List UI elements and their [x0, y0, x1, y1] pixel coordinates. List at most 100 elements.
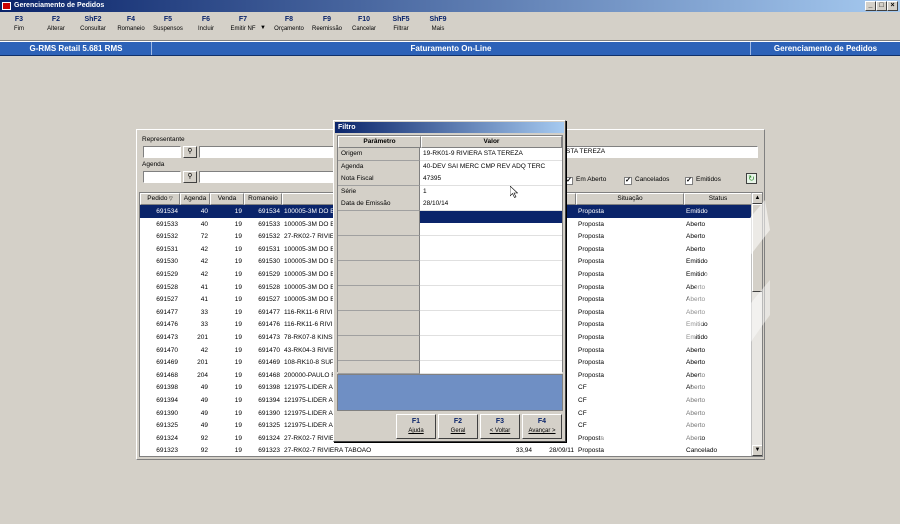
- cell-pedido: 691398: [156, 384, 178, 392]
- fkey-label: Reemissão: [311, 26, 342, 32]
- filter-row[interactable]: [338, 285, 562, 299]
- cell-situacao: Proposta: [578, 447, 605, 455]
- filter-emitidos-checkbox[interactable]: ✓ Emitidos: [685, 175, 721, 185]
- filter-value-field[interactable]: [420, 323, 562, 336]
- fkey-label: Alterar: [47, 26, 65, 32]
- filter-row[interactable]: Agenda 40-DEV SAI MERC CMP REV ADQ TERC: [338, 160, 562, 174]
- button-key: F1: [411, 418, 421, 425]
- filter-param-label: [338, 310, 420, 324]
- fkey-key: F8: [284, 16, 294, 23]
- cell-agenda: 33: [200, 321, 208, 329]
- fkey-fim-button[interactable]: F3 Fim: [0, 14, 38, 34]
- filter-row[interactable]: Data de Emissão 28/10/14: [338, 198, 562, 211]
- cell-agenda: 42: [200, 271, 208, 278]
- filter-row[interactable]: [338, 248, 562, 261]
- cell-status: Emitido: [686, 271, 708, 278]
- fkey-suspensos-button[interactable]: F5 Suspensos: [149, 14, 187, 34]
- filter-value-field[interactable]: [420, 210, 562, 224]
- fkey-orcamento-button[interactable]: F8 Orçamento: [270, 14, 308, 34]
- filter-value-field[interactable]: [420, 273, 562, 286]
- col-header-status[interactable]: Status: [684, 193, 752, 205]
- filter-value-field[interactable]: 28/10/14: [420, 198, 562, 211]
- refresh-icon[interactable]: ↻: [746, 173, 757, 184]
- avancar-button[interactable]: F4 Avançar >: [522, 414, 562, 439]
- ajuda-button[interactable]: F1 Ajuda: [396, 414, 436, 439]
- cell-situacao: Proposta: [578, 359, 605, 367]
- filter-row[interactable]: [338, 210, 562, 224]
- filter-param-label: Origem: [338, 148, 420, 161]
- filter-row[interactable]: [338, 223, 562, 236]
- col-header-situacao[interactable]: Situação: [576, 193, 684, 205]
- filter-row[interactable]: Nota Fiscal 47395: [338, 173, 562, 186]
- filter-value-field[interactable]: [420, 248, 562, 261]
- filter-row[interactable]: [338, 348, 562, 361]
- cell-pedido: 691468: [156, 371, 178, 379]
- binoculars-search-icon[interactable]: ⚲: [183, 146, 197, 158]
- col-header-pedido[interactable]: Pedido ▽: [140, 193, 180, 205]
- binoculars-search-icon[interactable]: ⚲: [183, 171, 197, 183]
- filter-row[interactable]: Origem 19-RK01-9 RIVIERA STA TEREZA: [338, 148, 562, 161]
- cell-venda: 19: [234, 434, 242, 442]
- fkey-mais-button[interactable]: ShF9 Mais: [419, 14, 457, 34]
- filter-value-field[interactable]: [420, 360, 562, 374]
- voltar-button[interactable]: F3 < Voltar: [480, 414, 520, 439]
- col-header-agenda[interactable]: Agenda: [180, 193, 210, 205]
- fkey-reemissao-button[interactable]: F9 Reemissão: [308, 14, 346, 34]
- cell-agenda: 49: [200, 422, 208, 430]
- fkey-consultar-button[interactable]: ShF2 Consultar: [74, 14, 112, 34]
- filter-value-field[interactable]: [420, 298, 562, 311]
- scroll-up-icon[interactable]: ▲: [752, 193, 762, 204]
- geral-button[interactable]: F2 Geral: [438, 414, 478, 439]
- filter-row[interactable]: [338, 298, 562, 311]
- fkey-alterar-button[interactable]: F2 Alterar: [37, 14, 75, 34]
- grid-vertical-scrollbar[interactable]: ▲ ▼: [751, 193, 762, 456]
- fkey-cancelar-button[interactable]: F10 Cancelar: [345, 14, 383, 34]
- filter-value-field[interactable]: [420, 335, 562, 349]
- filter-value-field[interactable]: 1: [420, 185, 562, 199]
- maximize-button[interactable]: □: [876, 1, 887, 11]
- filter-param-label: [338, 360, 420, 374]
- close-button[interactable]: ×: [887, 1, 898, 11]
- filter-row[interactable]: [338, 273, 562, 286]
- fkey-key: F10: [357, 16, 371, 23]
- filter-row[interactable]: [338, 360, 562, 374]
- filter-value-field[interactable]: 19-RK01-9 RIVIERA STA TEREZA: [420, 148, 562, 161]
- col-header-venda[interactable]: Venda: [210, 193, 244, 205]
- filter-em-aberto-checkbox[interactable]: ✓ Em Aberto: [565, 175, 606, 185]
- minimize-button[interactable]: _: [865, 1, 876, 11]
- checkbox-label: Cancelados: [635, 176, 670, 183]
- filter-value-field[interactable]: [420, 223, 562, 236]
- agenda-label: Agenda: [142, 161, 165, 168]
- fkey-label: Emitir NF: [230, 26, 256, 32]
- filter-row[interactable]: [338, 310, 562, 324]
- fkey-emitir-nf-button[interactable]: F7 Emitir NF ▼: [224, 14, 267, 34]
- filter-value-field[interactable]: [420, 285, 562, 299]
- fkey-incluir-button[interactable]: F6 Incluir: [187, 14, 225, 34]
- filter-row[interactable]: [338, 323, 562, 336]
- filter-param-label: [338, 210, 420, 224]
- filter-value-field[interactable]: [420, 260, 562, 274]
- col-header-romaneio[interactable]: Romaneio: [244, 193, 282, 205]
- scroll-thumb[interactable]: [752, 204, 762, 292]
- dropdown-arrow-icon[interactable]: ▼: [260, 25, 266, 31]
- filter-row[interactable]: [338, 335, 562, 349]
- filter-value-field[interactable]: [420, 348, 562, 361]
- cell-status: Aberto: [686, 283, 706, 291]
- cell-romaneio: 691473: [258, 334, 280, 341]
- filter-value-field[interactable]: [420, 310, 562, 324]
- filter-row[interactable]: [338, 235, 562, 249]
- scroll-down-icon[interactable]: ▼: [752, 445, 762, 456]
- button-key: F4: [537, 418, 547, 425]
- filter-value-field[interactable]: 47395: [420, 173, 562, 186]
- filter-value-field[interactable]: [420, 235, 562, 249]
- checkbox-label: Emitidos: [696, 176, 721, 183]
- agenda-code-input[interactable]: [143, 171, 181, 183]
- representante-code-input[interactable]: [143, 146, 181, 158]
- filter-value-field[interactable]: 40-DEV SAI MERC CMP REV ADQ TERC: [420, 160, 562, 174]
- fkey-filtrar-button[interactable]: ShF5 Filtrar: [382, 14, 420, 34]
- table-row[interactable]: 691323 92 19 691323 27-RK02-7 RIVIERA TABOAO…: [140, 444, 752, 456]
- filter-row[interactable]: [338, 260, 562, 274]
- filter-row[interactable]: Série 1: [338, 185, 562, 199]
- filter-cancelados-checkbox[interactable]: ✓ Cancelados: [624, 175, 669, 185]
- fkey-romaneio-button[interactable]: F4 Romaneio: [112, 14, 150, 34]
